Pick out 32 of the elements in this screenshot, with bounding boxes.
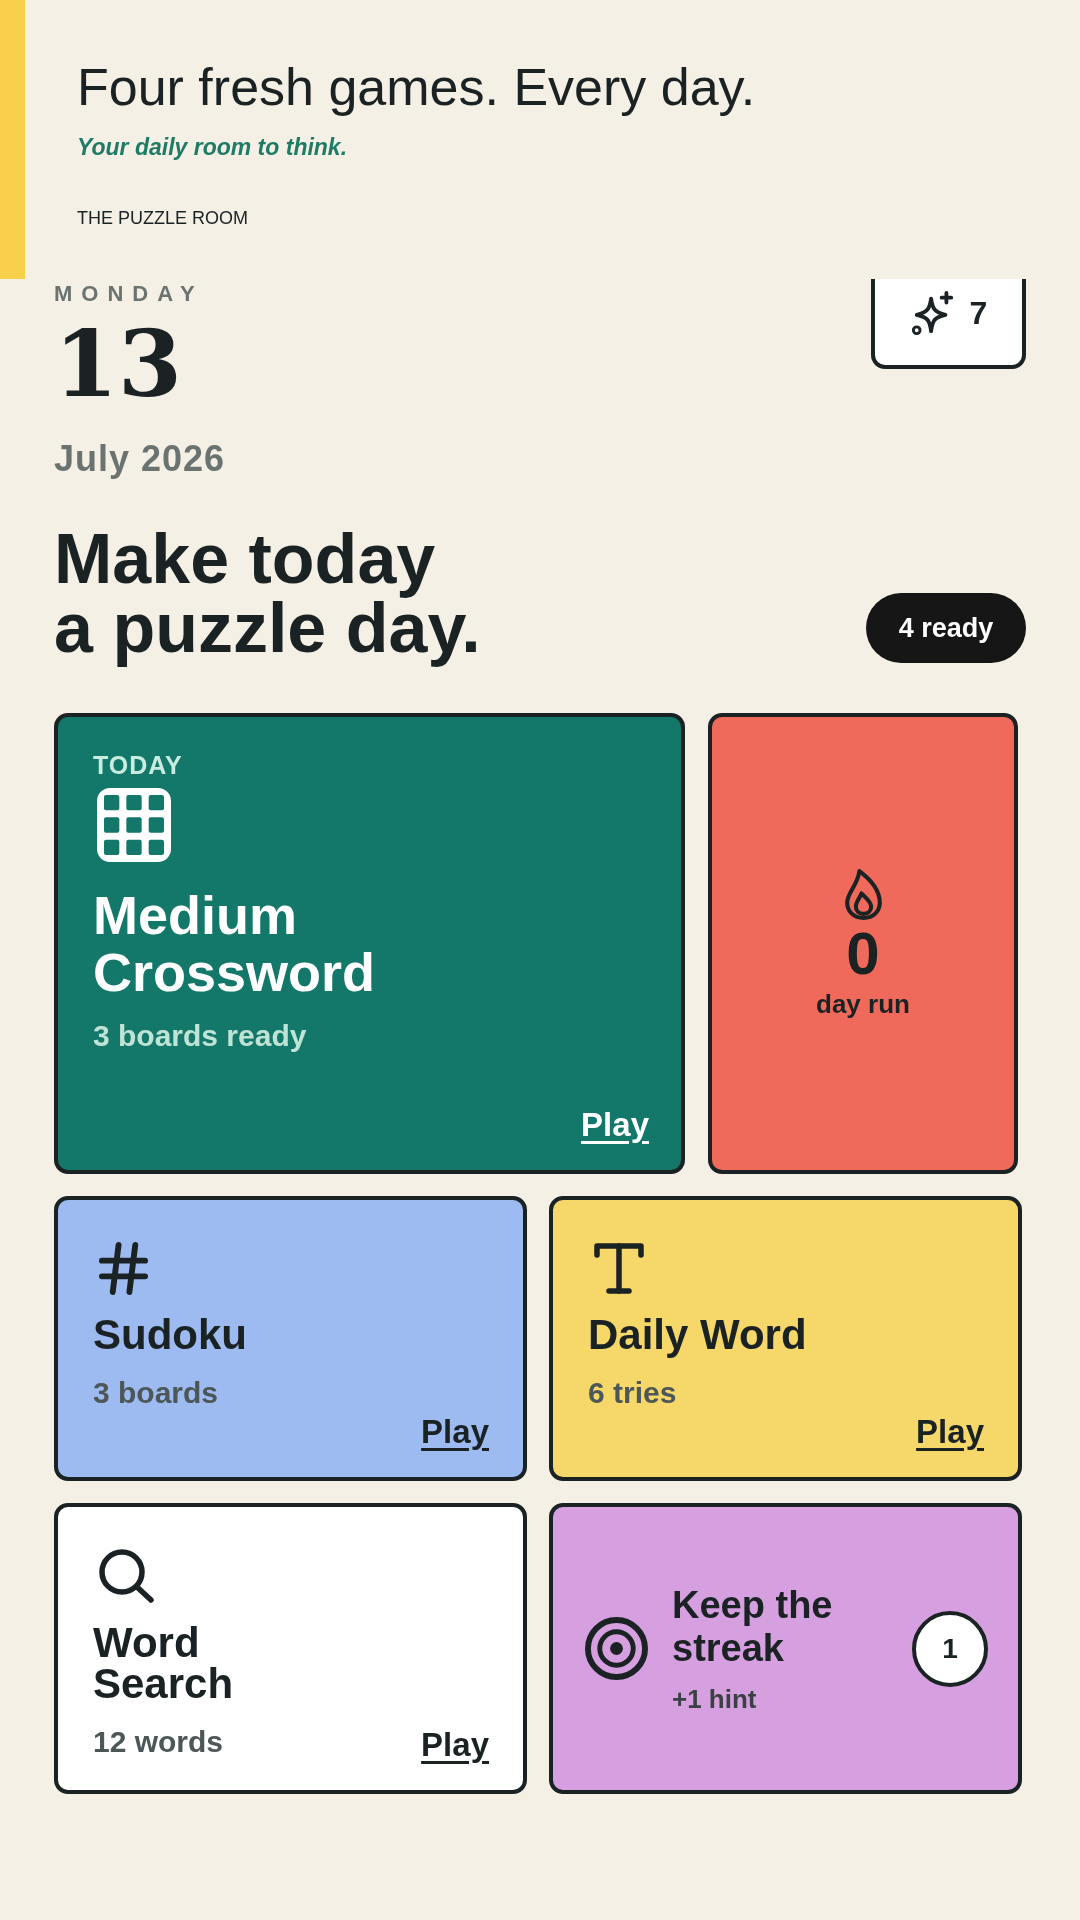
hash-icon <box>98 1241 149 1296</box>
hint-count-badge: 1 <box>912 1610 988 1687</box>
card-detail: 6 tries <box>588 1375 677 1411</box>
target-icon <box>585 1617 648 1680</box>
card-title: Keep the streak <box>672 1583 834 1670</box>
streak-label: day run <box>816 989 910 1019</box>
hints-button[interactable]: 7 <box>871 279 1026 369</box>
play-link[interactable]: Play <box>421 1414 489 1450</box>
brand-name: THE PUZZLE ROOM <box>77 207 249 229</box>
letter-t-icon <box>593 1241 645 1296</box>
streak-count: 0 <box>846 924 880 984</box>
weekday-label: MONDAY <box>54 281 205 307</box>
search-icon <box>98 1548 156 1604</box>
day-number: 13 <box>54 318 184 410</box>
tagline: Your daily room to think. <box>77 133 349 161</box>
card-detail: 12 words <box>93 1724 224 1760</box>
card-title: Medium Crossword <box>93 887 376 1001</box>
month-year-label: July 2026 <box>54 439 226 479</box>
header-title: Four fresh games. Every day. <box>77 57 756 117</box>
eyebrow-label: TODAY <box>93 750 183 780</box>
grid-icon <box>97 788 171 862</box>
card-detail: 3 boards <box>93 1375 219 1411</box>
play-link[interactable]: Play <box>581 1107 649 1143</box>
ready-count-badge: 4 ready <box>866 593 1026 663</box>
card-title: Sudoku <box>93 1314 247 1355</box>
card-title: Word Search <box>93 1622 234 1704</box>
sparkle-icon <box>909 290 956 336</box>
card-subtitle: 3 boards ready <box>93 1018 307 1054</box>
play-link[interactable]: Play <box>421 1727 489 1763</box>
play-link[interactable]: Play <box>916 1414 984 1450</box>
reward-label: +1 hint <box>672 1683 757 1714</box>
flame-icon <box>842 868 884 921</box>
